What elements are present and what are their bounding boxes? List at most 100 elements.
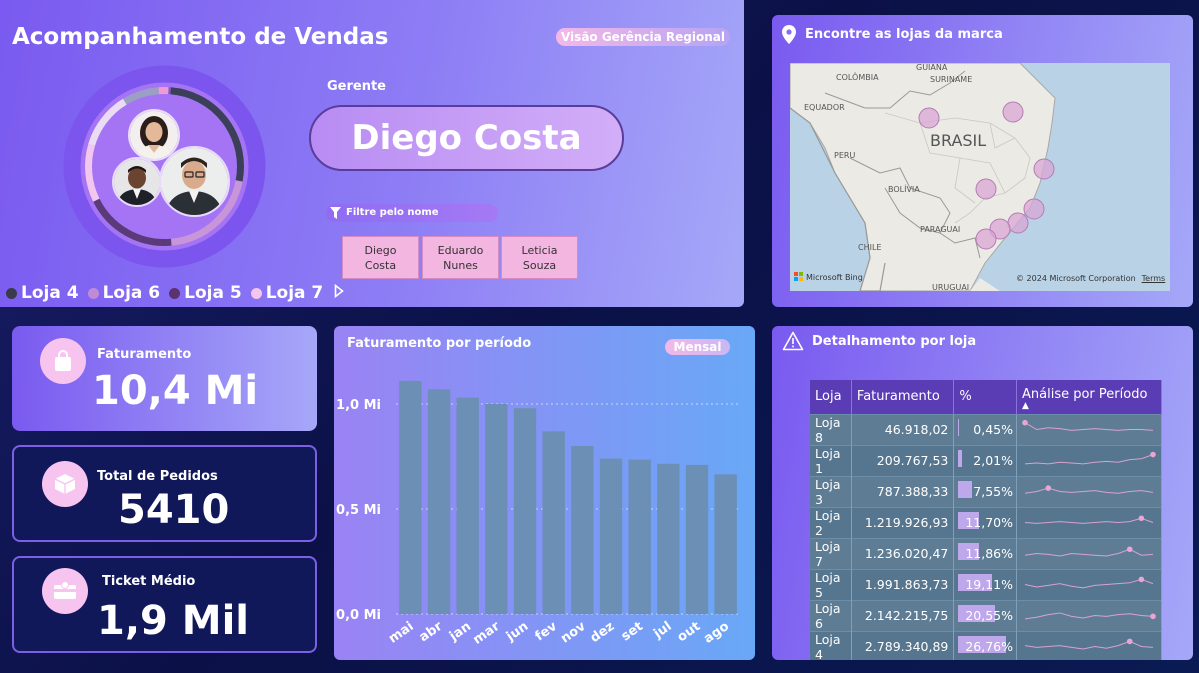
legend-item-loja-5[interactable]: Loja 5 <box>169 283 242 303</box>
pct-text: 11,70% <box>965 515 1013 530</box>
col-header-analise-label: Análise por Período <box>1022 387 1148 403</box>
gerente-label: Gerente <box>327 79 387 94</box>
bar-jan[interactable] <box>456 397 479 614</box>
bar-jun[interactable] <box>513 408 537 614</box>
col-header-analise[interactable]: Análise por Período ▲ <box>1016 380 1162 414</box>
col-header-loja[interactable]: Loja <box>810 380 852 414</box>
table-row[interactable]: Loja 2 1.219.926,93 11,70% <box>810 506 1162 538</box>
sparkline[interactable] <box>1021 605 1157 627</box>
col-header-pct[interactable]: % <box>953 380 1017 414</box>
credit-card-icon <box>42 568 88 614</box>
cell-loja: Loja 5 <box>810 568 852 600</box>
bar-out[interactable] <box>685 464 709 614</box>
manager-name-card: Diego Costa <box>309 105 624 171</box>
x-tick-label: set <box>619 619 646 644</box>
sparkline[interactable] <box>1021 543 1157 565</box>
store-share-donut[interactable] <box>62 64 267 269</box>
table-row[interactable]: Loja 5 1.991.863,73 19,11% <box>810 568 1162 600</box>
sparkline[interactable] <box>1021 419 1157 441</box>
map-label-brasil: BRASIL <box>930 131 987 150</box>
sparkline-path <box>1024 421 1154 431</box>
name-button-leticia-souza[interactable]: Leticia Souza <box>501 236 578 279</box>
map-label-chile: CHILE <box>858 243 882 252</box>
legend-label: Loja 5 <box>184 283 242 303</box>
sparkline-path <box>1024 517 1154 524</box>
legend-item-loja-4[interactable]: Loja 4 <box>6 283 79 303</box>
cell-faturamento: 2.142.215,75 <box>851 599 955 631</box>
name-button-label: Eduardo Nunes <box>437 243 484 272</box>
sparkline[interactable] <box>1021 574 1157 596</box>
sparkline[interactable] <box>1021 481 1157 503</box>
chart-title: Faturamento por período <box>347 336 532 351</box>
map-label-bolivia: BOLÍVIA <box>888 185 920 194</box>
bar-fev[interactable] <box>542 431 565 614</box>
bar-jul[interactable] <box>657 463 680 614</box>
bar-dez[interactable] <box>599 458 623 614</box>
kpi-faturamento-card: Faturamento 10,4 Mi <box>12 326 317 431</box>
sparkline-path <box>1024 548 1154 557</box>
cell-sparkline <box>1016 630 1162 660</box>
table-row[interactable]: Loja 7 1.236.020,47 11,86% <box>810 537 1162 569</box>
pct-text: 26,76% <box>965 639 1013 654</box>
pct-text: 0,45% <box>973 422 1013 437</box>
microsoft-bing-logo: Microsoft Bing <box>794 273 863 282</box>
kpi-ticket-card: Ticket Médio 1,9 Mil <box>12 556 317 653</box>
table-row[interactable]: Loja 4 2.789.340,89 26,76% <box>810 630 1162 660</box>
pct-bar <box>958 418 960 436</box>
sparkline[interactable] <box>1021 512 1157 534</box>
cell-sparkline <box>1016 475 1162 507</box>
cell-faturamento: 2.789.340,89 <box>851 630 955 660</box>
map-copyright: © 2024 Microsoft Corporation Terms <box>1016 274 1165 283</box>
revenue-bar-chart[interactable]: 0,0 Mi 0,5 Mi 1,0 Mi mai abr janmar jun fevnov d… <box>334 326 755 660</box>
map-terms-link[interactable]: Terms <box>1142 274 1166 283</box>
sparkline-path <box>1024 640 1154 650</box>
sparkline-path <box>1024 578 1154 588</box>
period-granularity-badge[interactable]: Mensal <box>665 339 730 355</box>
legend-item-loja-7[interactable]: Loja 7 <box>250 283 323 303</box>
cell-loja: Loja 2 <box>810 506 852 538</box>
sparkline[interactable] <box>1021 636 1157 658</box>
filter-label: Filtre pelo nome <box>346 207 439 218</box>
x-tick-label: jul <box>650 619 674 642</box>
map-label-guiana: GUIANA <box>916 63 948 72</box>
pct-bar <box>958 449 962 467</box>
map-svg <box>790 63 1170 291</box>
table-row[interactable]: Loja 6 2.142.215,75 20,55% <box>810 599 1162 631</box>
revenue-by-period-panel: 0,0 Mi 0,5 Mi 1,0 Mi mai abr jan mar jun fev nov d… <box>334 326 755 660</box>
sparkline-marker <box>1126 545 1133 552</box>
sparkline-path <box>1024 453 1154 464</box>
bar-mai[interactable] <box>399 380 422 614</box>
cell-sparkline <box>1016 444 1162 476</box>
store-map[interactable]: COLÔMBIA GUIANA SURINAME EQUADOR PERU BR… <box>790 63 1170 291</box>
bar-ago[interactable] <box>714 474 737 614</box>
table-row[interactable]: Loja 3 787.388,33 7,55% <box>810 475 1162 507</box>
bar-nov[interactable] <box>571 446 594 614</box>
cell-sparkline <box>1016 599 1162 631</box>
sparkline-marker <box>1138 514 1145 521</box>
col-header-faturamento[interactable]: Faturamento <box>851 380 955 414</box>
legend-label: Loja 6 <box>102 283 161 303</box>
cell-pct: 19,11% <box>953 568 1017 600</box>
table-row[interactable]: Loja 1 209.767,53 2,01% <box>810 444 1162 476</box>
bar-mar[interactable] <box>485 404 508 614</box>
map-title: Encontre as lojas da marca <box>805 27 1003 42</box>
map-label-colombia: COLÔMBIA <box>836 73 879 82</box>
sparkline[interactable] <box>1021 450 1157 472</box>
kpi-ticket-value: 1,9 Mil <box>97 598 250 644</box>
legend-item-loja-6[interactable]: Loja 6 <box>87 283 161 303</box>
shopping-bag-icon <box>40 338 86 384</box>
name-button-diego-costa[interactable]: Diego Costa <box>342 236 419 279</box>
bar-abr[interactable] <box>427 389 451 614</box>
bar-set[interactable] <box>628 459 651 614</box>
cell-sparkline <box>1016 413 1162 445</box>
map-panel: Encontre as lojas da marca COLÔMBIA GUIA… <box>772 15 1193 307</box>
table-row[interactable]: Loja 8 46.918,02 0,45% <box>810 413 1162 445</box>
caret-right-icon[interactable] <box>334 283 345 302</box>
filter-by-name-bar: Filtre pelo nome <box>326 204 498 222</box>
name-button-label: Diego Costa <box>364 243 397 272</box>
filter-icon <box>330 207 341 226</box>
kpi-faturamento-value: 10,4 Mi <box>92 368 259 414</box>
visao-badge[interactable]: Visão Gerência Regional <box>556 28 730 46</box>
name-button-eduardo-nunes[interactable]: Eduardo Nunes <box>422 236 499 279</box>
cell-pct: 11,70% <box>953 506 1017 538</box>
